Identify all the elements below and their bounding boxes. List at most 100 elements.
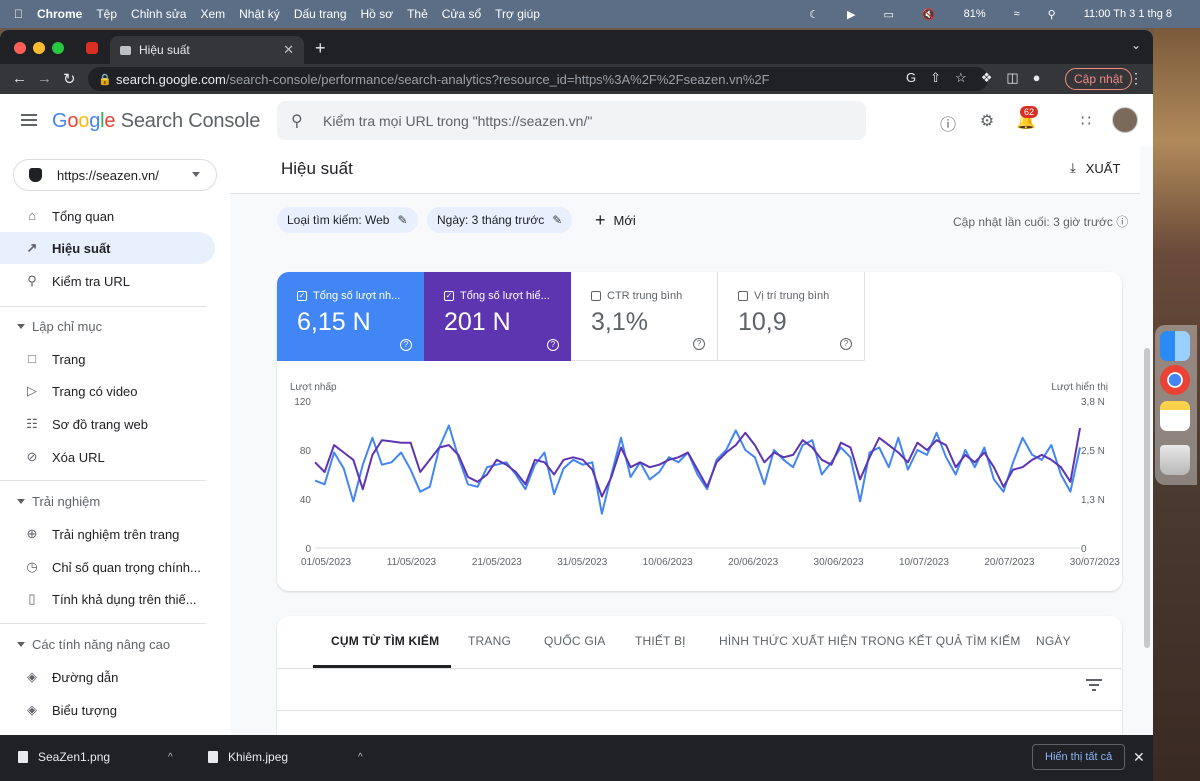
google-search-console-logo[interactable]: Google Search Console bbox=[52, 110, 260, 133]
sidebar-item-logos[interactable]: ◈ Biểu tượng bbox=[0, 694, 215, 726]
users-settings-icon[interactable]: ⚙ bbox=[977, 111, 997, 131]
sidebar-item-removals[interactable]: ⊘ Xóa URL bbox=[0, 441, 215, 473]
finder-icon[interactable] bbox=[1160, 331, 1190, 361]
help-icon[interactable]: ? bbox=[840, 338, 852, 350]
filter-date-chip[interactable]: Ngày: 3 tháng trước ✎ bbox=[427, 207, 573, 233]
address-bar[interactable]: 🔒 search.google.com/search-console/perfo… bbox=[88, 67, 988, 91]
extensions-icon[interactable]: ❖ bbox=[981, 70, 993, 86]
close-window-button[interactable] bbox=[14, 42, 26, 54]
chevron-up-icon[interactable]: ^ bbox=[168, 752, 173, 763]
sidebar-item-video-pages[interactable]: ▷ Trang có video bbox=[0, 375, 215, 407]
performance-chart[interactable]: Lượt nhấp Lượt hiển thị 120 80 40 0 3,8 N 2,5 N… bbox=[277, 368, 1122, 578]
export-button[interactable]: ⤓ XUẤT bbox=[1070, 160, 1120, 176]
moon-icon[interactable]: ☾ bbox=[809, 8, 819, 21]
section-enhancements[interactable]: Các tính năng nâng cao bbox=[0, 631, 230, 657]
chrome-icon[interactable] bbox=[1160, 365, 1190, 395]
sidebar-item-pages[interactable]: □ Trang bbox=[0, 343, 215, 375]
metric-position[interactable]: Vị trí trung bình 10,9? bbox=[718, 272, 865, 361]
tab-performance[interactable]: Hiệu suất ✕ bbox=[110, 36, 304, 64]
main-menu-icon[interactable] bbox=[21, 114, 37, 126]
sidebar-item-overview[interactable]: ⌂ Tổng quan bbox=[0, 200, 215, 232]
sidebar-item-performance[interactable]: ↗ Hiệu suất bbox=[0, 232, 215, 264]
minimize-window-button[interactable] bbox=[33, 42, 45, 54]
wifi-icon[interactable]: ≈ bbox=[1014, 8, 1020, 20]
tab-countries[interactable]: QUỐC GIA bbox=[544, 634, 606, 648]
download-item-2[interactable]: Khiêm.jpeg ^ bbox=[208, 750, 363, 764]
metric-clicks[interactable]: ✓ Tổng số lượt nh... 6,15 N? bbox=[277, 272, 424, 361]
section-indexing[interactable]: Lập chỉ mục bbox=[0, 313, 230, 339]
profile-icon[interactable]: ● bbox=[1033, 70, 1041, 86]
section-experience[interactable]: Trải nghiệm bbox=[0, 488, 230, 514]
tab-devices[interactable]: THIẾT BỊ bbox=[635, 634, 686, 648]
apps-grid-icon[interactable]: ∷ bbox=[1076, 111, 1096, 131]
google-icon[interactable]: G bbox=[906, 70, 916, 86]
menu-app[interactable]: Chrome bbox=[37, 7, 82, 21]
bookmark-star-icon[interactable]: ☆ bbox=[955, 70, 967, 86]
pinned-tab-icon[interactable] bbox=[86, 42, 98, 54]
metric-impressions[interactable]: ✓ Tổng số lượt hiể... 201 N? bbox=[424, 272, 571, 361]
sidebar-item-url-inspection[interactable]: ⚲ Kiểm tra URL bbox=[0, 265, 215, 297]
menu-bookmarks[interactable]: Dấu trang bbox=[294, 7, 347, 21]
sidebar-item-mobile-usability[interactable]: ▯ Tính khả dụng trên thiế... bbox=[0, 583, 215, 615]
checkbox-checked-icon[interactable]: ✓ bbox=[297, 291, 307, 301]
chrome-menu-icon[interactable]: ⋮ bbox=[1129, 70, 1143, 87]
help-icon[interactable]: ? bbox=[400, 339, 412, 351]
spotlight-icon[interactable]: ⚲ bbox=[1048, 8, 1056, 21]
sidebar-item-core-web-vitals[interactable]: ◷ Chỉ số quan trọng chính... bbox=[0, 551, 215, 583]
reload-icon[interactable]: ↻ bbox=[63, 70, 76, 88]
share-icon[interactable]: ⇧ bbox=[930, 70, 941, 86]
help-icon[interactable]: ⓘ bbox=[1116, 215, 1128, 229]
sidebar-item-breadcrumbs[interactable]: ◈ Đường dẫn bbox=[0, 661, 215, 693]
show-all-downloads-button[interactable]: Hiển thị tất cả bbox=[1032, 744, 1126, 770]
notes-icon[interactable] bbox=[1160, 401, 1190, 431]
tab-pages[interactable]: TRANG bbox=[468, 634, 511, 648]
filter-search-type-chip[interactable]: Loại tìm kiếm: Web ✎ bbox=[277, 207, 418, 233]
menu-file[interactable]: Tệp bbox=[96, 7, 117, 21]
help-icon[interactable]: ? bbox=[547, 339, 559, 351]
menu-tab[interactable]: Thẻ bbox=[407, 7, 428, 21]
mute-icon[interactable]: 🔇 bbox=[922, 8, 936, 21]
clock[interactable]: 11:00 Th 3 1 thg 8 bbox=[1084, 8, 1172, 20]
menu-help[interactable]: Trợ giúp bbox=[495, 7, 540, 21]
menu-view[interactable]: Xem bbox=[200, 7, 225, 21]
update-chrome-button[interactable]: Cập nhật bbox=[1065, 68, 1132, 90]
chevron-up-icon[interactable]: ^ bbox=[358, 752, 363, 763]
forward-icon[interactable]: → bbox=[37, 70, 52, 87]
tab-search-chevron-icon[interactable]: ⌄ bbox=[1131, 38, 1141, 52]
menu-history[interactable]: Nhật ký bbox=[239, 7, 280, 21]
tab-search-appearance[interactable]: HÌNH THỨC XUẤT HIỆN TRONG KẾT QUẢ TÌM KI… bbox=[719, 634, 1021, 648]
menu-edit[interactable]: Chỉnh sửa bbox=[131, 7, 186, 21]
help-icon[interactable]: ⓘ bbox=[938, 111, 958, 134]
checkbox-unchecked-icon[interactable] bbox=[591, 291, 601, 301]
back-icon[interactable]: ← bbox=[12, 70, 27, 87]
checkbox-checked-icon[interactable]: ✓ bbox=[444, 291, 454, 301]
sidepanel-icon[interactable]: ◫ bbox=[1006, 70, 1018, 86]
sidebar-item-sitemaps[interactable]: ☷ Sơ đồ trang web bbox=[0, 408, 215, 440]
page-header: Hiệu suất ⤓ XUẤT bbox=[230, 146, 1140, 194]
property-selector[interactable]: https://seazen.vn/ bbox=[13, 159, 217, 191]
new-tab-button[interactable]: + bbox=[315, 38, 326, 59]
download-item-1[interactable]: SeaZen1.png ^ bbox=[18, 750, 173, 764]
display-icon[interactable]: ▭ bbox=[883, 8, 893, 21]
trash-icon[interactable] bbox=[1160, 445, 1190, 475]
checkbox-unchecked-icon[interactable] bbox=[738, 291, 748, 301]
close-downloads-icon[interactable]: ✕ bbox=[1133, 749, 1145, 766]
zoom-window-button[interactable] bbox=[52, 42, 64, 54]
tab-queries[interactable]: CỤM TỪ TÌM KIẾM bbox=[331, 634, 439, 648]
menu-profile[interactable]: Hồ sơ bbox=[361, 7, 394, 21]
help-icon[interactable]: ? bbox=[693, 338, 705, 350]
play-icon[interactable]: ▶ bbox=[847, 8, 855, 21]
url-inspect-search-input[interactable]: ⚲ Kiểm tra mọi URL trong "https://seazen… bbox=[277, 101, 866, 140]
sidebar-item-page-experience[interactable]: ⊕ Trải nghiệm trên trang bbox=[0, 518, 215, 550]
battery-level[interactable]: 81% bbox=[964, 8, 986, 20]
tab-dates[interactable]: NGÀY bbox=[1036, 634, 1071, 648]
apple-icon[interactable]:  bbox=[14, 7, 23, 21]
avatar[interactable] bbox=[1112, 107, 1138, 133]
scrollbar[interactable] bbox=[1144, 348, 1150, 648]
menu-window[interactable]: Cửa sổ bbox=[442, 7, 481, 21]
filter-rows-icon[interactable] bbox=[1086, 679, 1102, 691]
new-filter-button[interactable]: + Mới bbox=[595, 207, 636, 233]
lock-icon[interactable]: 🔒 bbox=[98, 73, 112, 86]
close-tab-icon[interactable]: ✕ bbox=[283, 42, 294, 58]
metric-ctr[interactable]: CTR trung bình 3,1%? bbox=[571, 272, 718, 361]
